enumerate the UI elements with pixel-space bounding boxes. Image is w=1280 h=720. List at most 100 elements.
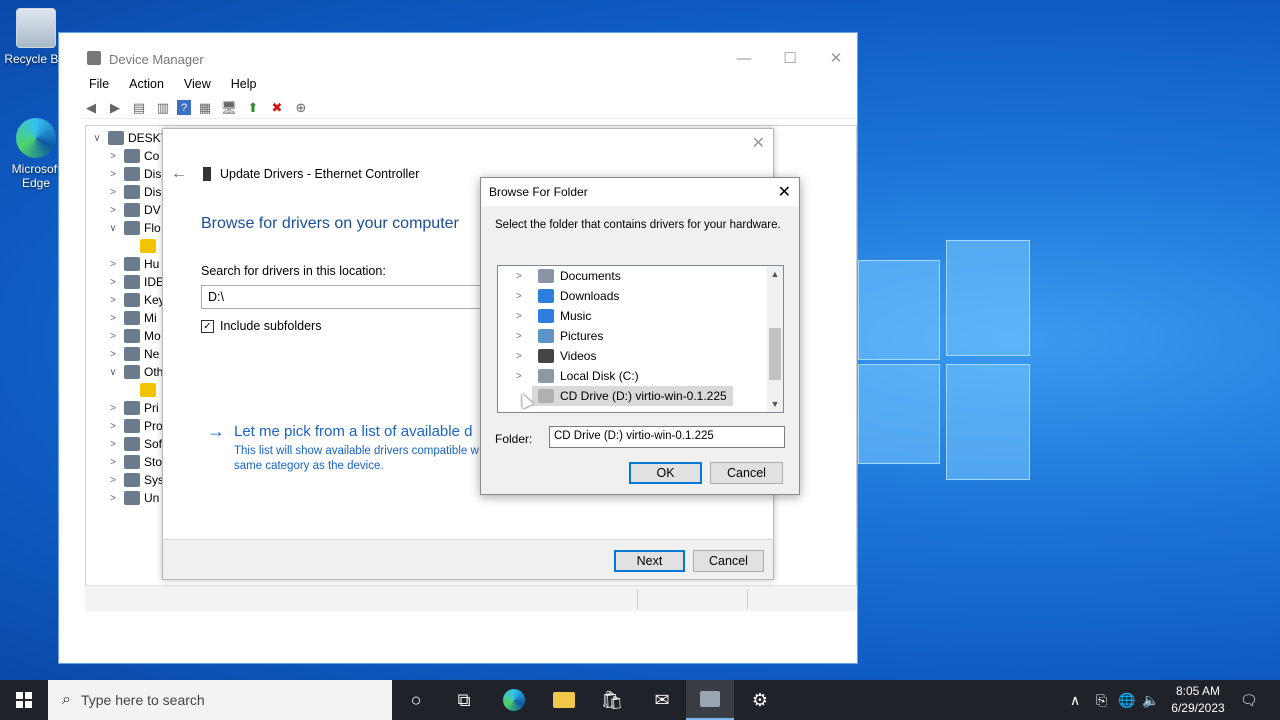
disable-device-icon[interactable]: ⊕ bbox=[291, 99, 311, 117]
chevron-right-icon[interactable]: > bbox=[516, 351, 530, 362]
file-explorer-icon[interactable] bbox=[540, 680, 588, 720]
device-tree-item[interactable]: > Pro bbox=[106, 417, 163, 435]
chevron-right-icon[interactable]: > bbox=[106, 475, 120, 486]
scan-hardware-icon[interactable]: 🖥 bbox=[219, 99, 239, 117]
menu-file[interactable]: File bbox=[79, 75, 119, 95]
pick-from-list-link[interactable]: Let me pick from a list of available d bbox=[234, 423, 472, 440]
folder-tree-item[interactable]: > Music bbox=[498, 306, 591, 326]
usb-device-icon[interactable]: ⎘ bbox=[1096, 680, 1107, 720]
uninstall-device-icon[interactable]: ✖ bbox=[267, 99, 287, 117]
chevron-right-icon[interactable]: > bbox=[106, 169, 120, 180]
chevron-right-icon[interactable]: > bbox=[516, 331, 530, 342]
device-tree-item[interactable]: ∨ Flo bbox=[106, 219, 161, 237]
close-icon[interactable]: ✕ bbox=[778, 182, 791, 202]
cancel-button[interactable]: Cancel bbox=[693, 550, 764, 572]
driver-path-input[interactable]: D:\ bbox=[201, 285, 491, 309]
menu-view[interactable]: View bbox=[174, 75, 221, 95]
cortana-icon[interactable]: ○ bbox=[392, 680, 440, 720]
chevron-right-icon[interactable]: > bbox=[106, 187, 120, 198]
folder-tree-item[interactable]: > Downloads bbox=[498, 286, 619, 306]
show-hide-console-tree-icon[interactable]: ▤ bbox=[129, 99, 149, 117]
device-tree-item[interactable]: > Co bbox=[106, 147, 159, 165]
close-button[interactable]: ✕ bbox=[813, 45, 859, 73]
chevron-right-icon[interactable]: > bbox=[106, 421, 120, 432]
device-tree-item[interactable]: > DV bbox=[106, 201, 161, 219]
chevron-right-icon[interactable]: > bbox=[106, 457, 120, 468]
folder-tree-item[interactable]: >CD Drive (D:) virtio-win-0.1.225 bbox=[532, 386, 733, 406]
settings-gear-icon[interactable]: ⚙ bbox=[736, 680, 784, 720]
minimize-button[interactable]: — bbox=[721, 45, 767, 73]
task-view-icon[interactable]: ⧉ bbox=[440, 680, 488, 720]
network-globe-icon[interactable]: 🌐 bbox=[1118, 680, 1135, 720]
properties-icon[interactable]: ▥ bbox=[153, 99, 173, 117]
mail-icon[interactable]: ✉ bbox=[638, 680, 686, 720]
chevron-right-icon[interactable]: > bbox=[106, 259, 120, 270]
device-tree-item[interactable]: > Mi bbox=[106, 309, 157, 327]
chevron-right-icon[interactable]: > bbox=[516, 291, 530, 302]
taskbar-search[interactable]: ⌕ Type here to search bbox=[48, 680, 392, 720]
chevron-right-icon[interactable]: > bbox=[106, 151, 120, 162]
chevron-right-icon[interactable]: > bbox=[106, 439, 120, 450]
chevron-right-icon[interactable]: > bbox=[106, 331, 120, 342]
folder-tree-item[interactable]: > Local Disk (C:) bbox=[498, 366, 639, 386]
maximize-button[interactable]: ☐ bbox=[767, 45, 813, 73]
device-tree-item[interactable] bbox=[122, 237, 160, 255]
notifications-icon[interactable]: 🗨 bbox=[1240, 680, 1258, 720]
chevron-right-icon[interactable]: > bbox=[106, 313, 120, 324]
folder-tree-scrollbar[interactable]: ▲ ▼ bbox=[767, 266, 783, 412]
speaker-muted-icon[interactable]: 🔈 bbox=[1142, 680, 1159, 720]
device-tree-item[interactable]: ∨ Oth bbox=[106, 363, 163, 381]
chevron-right-icon[interactable]: > bbox=[106, 205, 120, 216]
device-tree-item[interactable]: > IDE bbox=[106, 273, 164, 291]
menu-help[interactable]: Help bbox=[221, 75, 267, 95]
chevron-down-icon[interactable]: ∨ bbox=[90, 133, 104, 144]
chevron-down-icon[interactable]: ∨ bbox=[106, 367, 120, 378]
cancel-button[interactable]: Cancel bbox=[710, 462, 783, 484]
chevron-down-icon[interactable]: ∨ bbox=[106, 223, 120, 234]
close-icon[interactable]: ✕ bbox=[752, 133, 765, 153]
menu-action[interactable]: Action bbox=[119, 75, 174, 95]
chevron-right-icon[interactable]: > bbox=[516, 311, 530, 322]
device-tree-item[interactable]: > Dis bbox=[106, 183, 161, 201]
folder-input[interactable]: CD Drive (D:) virtio-win-0.1.225 bbox=[549, 426, 785, 448]
update-driver-icon[interactable]: ⬆ bbox=[243, 99, 263, 117]
chevron-right-icon[interactable]: > bbox=[516, 371, 530, 382]
include-subfolders-checkbox[interactable]: ✓ Include subfolders bbox=[201, 319, 321, 333]
device-manager-taskbar-icon[interactable] bbox=[686, 680, 734, 720]
device-tree-item[interactable]: > Pri bbox=[106, 399, 159, 417]
back-arrow-icon[interactable]: ◀ bbox=[81, 99, 101, 117]
action-pane-icon[interactable]: ▦ bbox=[195, 99, 215, 117]
folder-tree-item[interactable]: > Videos bbox=[498, 346, 596, 366]
device-tree-item[interactable]: > Ne bbox=[106, 345, 159, 363]
chevron-right-icon[interactable]: > bbox=[516, 271, 530, 282]
scroll-up-icon[interactable]: ▲ bbox=[767, 266, 783, 282]
chevron-right-icon[interactable]: > bbox=[106, 493, 120, 504]
taskbar-clock[interactable]: 8:05 AM 6/29/2023 bbox=[1160, 683, 1236, 717]
store-icon[interactable]: 🛍 bbox=[588, 680, 636, 720]
device-tree-item[interactable]: > Key bbox=[106, 291, 165, 309]
start-button[interactable] bbox=[0, 680, 48, 720]
forward-arrow-icon[interactable]: ▶ bbox=[105, 99, 125, 117]
device-tree-item[interactable]: > Sys bbox=[106, 471, 164, 489]
help-icon[interactable]: ? bbox=[177, 100, 191, 115]
device-tree-item[interactable]: > Sof bbox=[106, 435, 162, 453]
device-tree-item[interactable]: > Dis bbox=[106, 165, 161, 183]
device-tree-item[interactable] bbox=[122, 381, 160, 399]
next-button[interactable]: Next bbox=[614, 550, 685, 572]
scroll-down-icon[interactable]: ▼ bbox=[767, 396, 783, 412]
edge-taskbar-icon[interactable] bbox=[490, 680, 538, 720]
chevron-right-icon[interactable]: > bbox=[106, 295, 120, 306]
folder-tree-item[interactable]: > Pictures bbox=[498, 326, 603, 346]
device-tree-item[interactable]: > Un bbox=[106, 489, 159, 507]
back-arrow-icon[interactable]: ← bbox=[171, 165, 187, 183]
scrollbar-thumb[interactable] bbox=[769, 328, 781, 380]
device-tree-item[interactable]: > Hu bbox=[106, 255, 159, 273]
chevron-right-icon[interactable]: > bbox=[106, 349, 120, 360]
folder-tree-item[interactable]: > Documents bbox=[498, 266, 621, 286]
device-tree-item[interactable]: > Sto bbox=[106, 453, 162, 471]
device-tree-item[interactable]: > Mo bbox=[106, 327, 161, 345]
ok-button[interactable]: OK bbox=[629, 462, 702, 484]
chevron-right-icon[interactable]: > bbox=[106, 403, 120, 414]
chevron-right-icon[interactable]: > bbox=[106, 277, 120, 288]
show-hidden-icons[interactable]: ∧ bbox=[1070, 680, 1080, 720]
